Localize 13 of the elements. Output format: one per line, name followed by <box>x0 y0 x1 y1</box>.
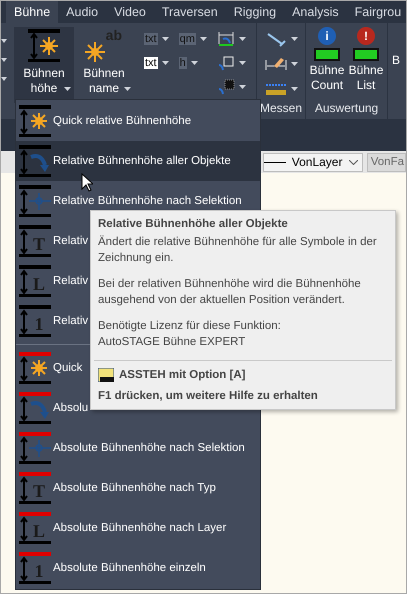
tooltip-text: Bei der relativen Bühnenhöhe wird die Bühnenhöhe <box>98 277 362 292</box>
tooltip-text: Zeichnung ein. <box>98 251 174 266</box>
group-label: Auswertung <box>314 101 380 117</box>
tooltip-text: Ändert die relative Bühnenhöhe für alle Symbole in der <box>98 234 378 250</box>
tooltip-title: Relative Bühnenhöhe aller Objekte <box>98 217 289 232</box>
tooltip-text: Benötigte Lizenz für diese Funktion: <box>98 319 282 334</box>
status-badge: i <box>318 27 336 45</box>
group-label: Messen <box>259 101 304 117</box>
tooltip-text: AutoSTAGE Bühne EXPERT <box>98 335 246 350</box>
help-hint: F1 drücken, um weitere Hilfe zu erhalten <box>98 389 319 404</box>
tooltip-text: ausgehend von der aktuellen Position verändert. <box>98 293 346 308</box>
command-text: ASSTEH mit Option [A] <box>119 368 246 383</box>
status-badge: ! <box>357 27 376 45</box>
